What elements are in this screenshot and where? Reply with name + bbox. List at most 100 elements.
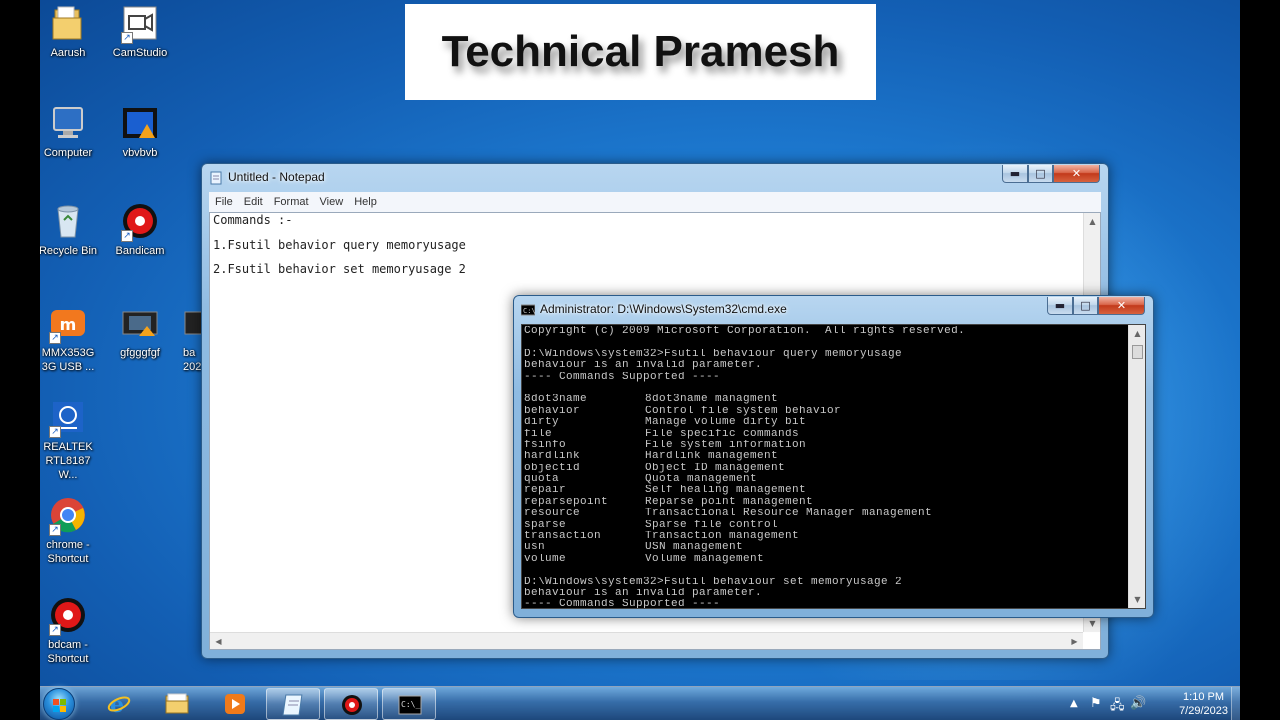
command-name: transaction (524, 531, 602, 543)
scroll-up-icon[interactable]: ▲ (1129, 325, 1145, 342)
minimize-button[interactable]: ▬ (1047, 297, 1073, 315)
desktop-icon-vbvbvb[interactable]: vbvbvb (107, 104, 173, 160)
command-description: Self healing management (645, 485, 807, 497)
notepad-text: Commands :- 1.Fsutil behavior query memo… (213, 213, 466, 287)
clock-date: 7/29/2023 (1179, 705, 1228, 717)
taskbar-media-player[interactable] (208, 688, 262, 720)
menu-file[interactable]: File (209, 192, 238, 208)
close-button[interactable]: ✕ (1053, 165, 1100, 183)
scroll-down-icon[interactable]: ▼ (1129, 591, 1145, 608)
desktop-icon-label: REALTEK RTL8187 W... (43, 441, 93, 481)
menu-view[interactable]: View (314, 192, 349, 208)
text-line: Commands :- (213, 213, 293, 227)
bandicam-icon (340, 694, 364, 716)
console-line: ---- Commands Supported ---- (524, 599, 721, 609)
text-line: 2.Fsutil behavior set memoryusage 2 (213, 262, 466, 276)
taskbar-file-explorer[interactable] (150, 688, 204, 720)
taskbar-bandicam[interactable] (324, 688, 378, 720)
volume-icon[interactable]: 🔊 (1130, 696, 1146, 711)
folder-icon (49, 4, 87, 42)
maximize-button[interactable]: □ (1028, 165, 1053, 183)
console-vertical-scrollbar[interactable]: ▲ ▼ (1128, 325, 1145, 608)
command-description: Volume management (645, 553, 765, 565)
action-center-flag-icon[interactable]: ⚑ (1090, 696, 1102, 711)
desktop-icon-realtek[interactable]: ↗ REALTEK RTL8187 W... (40, 398, 101, 482)
desktop-icon-bdcam[interactable]: ↗ bdcam - Shortcut (40, 596, 101, 666)
desktop-icon-camstudio[interactable]: ↗ CamStudio (107, 4, 173, 60)
command-row: repair Self healing management (524, 485, 1130, 496)
start-button[interactable] (43, 688, 75, 720)
scroll-left-icon[interactable]: ◀ (210, 633, 227, 650)
desktop-icon-label: Computer (43, 147, 93, 159)
console-line: behaviour is an invalid parameter. (524, 360, 763, 372)
command-description: File specific commands (645, 428, 800, 440)
command-name: sparse (524, 519, 567, 531)
cmd-titlebar[interactable]: C:\ Administrator: D:\Windows\System32\c… (514, 296, 1153, 322)
desktop-icon-chrome[interactable]: ↗ chrome - Shortcut (40, 496, 101, 566)
desktop-icon-label: bdcam - Shortcut (47, 639, 89, 665)
shortcut-arrow-icon: ↗ (49, 624, 61, 636)
svg-text:e: e (110, 693, 124, 715)
taskbar-notepad[interactable] (266, 688, 320, 720)
desktop-icon-label: vbvbvb (122, 147, 158, 159)
command-description: Reparse point management (645, 496, 814, 508)
command-row: file File specific commands (524, 429, 1130, 440)
command-name: dirty (524, 417, 560, 429)
scroll-right-icon[interactable]: ▶ (1066, 633, 1083, 650)
desktop-icon-label: MMX353G 3G USB ... (41, 347, 95, 373)
desktop-icon-aarush[interactable]: Aarush (40, 4, 101, 60)
command-row: volume Volume management (524, 554, 1130, 565)
menu-format[interactable]: Format (268, 192, 314, 208)
command-row: objectid Object ID management (524, 463, 1130, 474)
command-row: usn USN management (524, 542, 1130, 553)
desktop-icon-label: Bandicam (115, 245, 165, 257)
menu-edit[interactable]: Edit (238, 192, 268, 208)
console-area[interactable]: Copyright (c) 2009 Microsoft Corporation… (521, 324, 1146, 609)
command-description: Hardlink management (645, 451, 779, 463)
command-name: usn (524, 542, 546, 554)
shortcut-arrow-icon: ↗ (121, 32, 133, 44)
console-line: D:\Windows\system32>Fsutil behaviour set… (524, 576, 903, 588)
wireless-adapter-icon: ↗ (49, 398, 87, 438)
command-name: repair (524, 485, 567, 497)
show-hidden-icons-icon[interactable]: ▲ (1070, 698, 1078, 709)
desktop-icon-label: ba 2023 (183, 347, 205, 373)
scroll-thumb[interactable] (1132, 345, 1143, 359)
svg-text:m: m (60, 315, 77, 334)
computer-icon (49, 104, 87, 142)
desktop-icon-bandicam[interactable]: ↗ Bandicam (107, 202, 173, 258)
notepad-horizontal-scrollbar[interactable]: ◀ ▶ (210, 632, 1083, 649)
micromax-icon: m ↗ (49, 304, 87, 344)
desktop-icon-gfgggfgf[interactable]: gfgggfgf (107, 304, 173, 360)
cmd-title: Administrator: D:\Windows\System32\cmd.e… (540, 302, 787, 316)
bandicam-icon: ↗ (49, 596, 87, 636)
video-thumbnail-icon (121, 304, 159, 342)
maximize-button[interactable]: □ (1073, 297, 1098, 315)
desktop-icon-label: CamStudio (112, 47, 168, 59)
menu-help[interactable]: Help (348, 192, 382, 208)
command-name: volume (524, 553, 567, 565)
minimize-button[interactable]: ▬ (1002, 165, 1028, 183)
console-line: D:\Windows\system32>Fsutil behaviour que… (524, 348, 903, 360)
command-name: 8dot3name (524, 394, 588, 406)
taskbar-command-prompt[interactable]: C:\_ (382, 688, 436, 720)
desktop-icon-mmx353g[interactable]: m ↗ MMX353G 3G USB ... (40, 304, 101, 374)
desktop-icon-computer[interactable]: Computer (40, 104, 101, 160)
recycle-bin-icon (49, 202, 87, 240)
clock[interactable]: 1:10 PM 7/29/2023 (1179, 690, 1228, 718)
command-row: 8dot3name 8dot3name managment (524, 394, 1130, 405)
close-button[interactable]: ✕ (1098, 297, 1145, 315)
desktop-icon-ba[interactable]: ba 2023 (165, 304, 205, 374)
desktop-icon-recycle-bin[interactable]: Recycle Bin (40, 202, 101, 258)
notepad-titlebar[interactable]: Untitled - Notepad ▬ □ ✕ (202, 164, 1108, 190)
taskbar: e C:\_ ▲ ⚑ 🖧 🔊 1:10 PM 7/29/2023 (40, 686, 1240, 720)
desktop-icon-label: Aarush (50, 47, 86, 59)
network-icon[interactable]: 🖧 (1110, 696, 1125, 718)
taskbar-internet-explorer[interactable]: e (92, 688, 146, 720)
show-desktop-button[interactable] (1231, 687, 1240, 720)
cmd-window[interactable]: C:\ Administrator: D:\Windows\System32\c… (513, 295, 1154, 618)
banner-text: Technical Pramesh (441, 27, 840, 76)
scroll-up-icon[interactable]: ▲ (1084, 213, 1101, 230)
